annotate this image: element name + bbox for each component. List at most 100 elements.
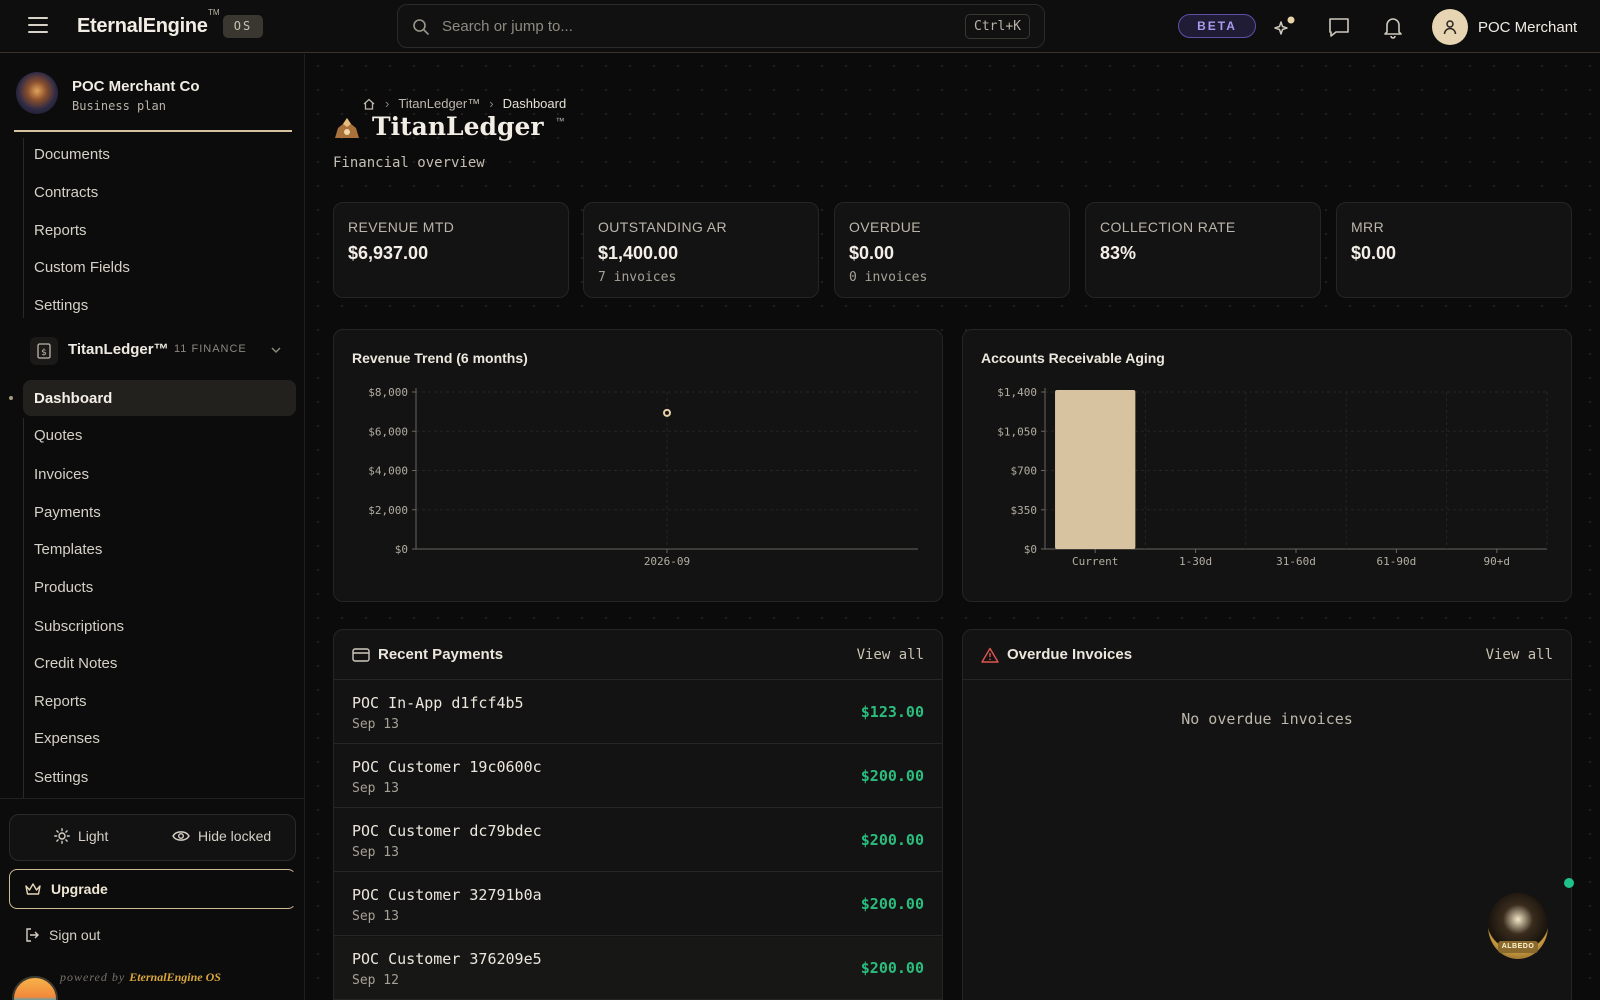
theme-toggle-button[interactable]: Light <box>54 828 108 844</box>
panel-header: Overdue Invoices View all <box>963 630 1571 680</box>
nav-guide-line <box>23 418 24 798</box>
eye-icon <box>172 831 190 841</box>
os-badge: OS <box>223 15 263 38</box>
kpi-card-overdue[interactable]: OVERDUE $0.00 0 invoices <box>834 202 1070 298</box>
payment-row[interactable]: POC Customer 32791b0a Sep 13 $200.00 <box>334 873 942 936</box>
divider <box>14 130 292 132</box>
kpi-value: $6,937.00 <box>348 243 429 263</box>
empty-state-text: No overdue invoices <box>1181 710 1353 728</box>
warning-icon <box>981 647 999 663</box>
payment-name: POC Customer 376209e5 <box>352 950 542 968</box>
chevron-right-icon: › <box>489 96 494 111</box>
page-subtitle: Financial overview <box>333 155 485 171</box>
powered-by: powered by EternalEngine OS <box>60 970 221 985</box>
chat-icon[interactable] <box>1326 14 1352 40</box>
x-tick-label: 90+d <box>1484 555 1511 568</box>
sidebar-item-credit-notes[interactable]: Credit Notes <box>34 655 117 672</box>
kpi-value: $0.00 <box>1351 243 1397 263</box>
sign-out-button[interactable]: Sign out <box>24 927 100 943</box>
payment-amount: $200.00 <box>860 831 924 849</box>
org-plan: Business plan <box>72 99 166 113</box>
sidebar-item-payments[interactable]: Payments <box>34 504 101 521</box>
kpi-card-revenue-mtd[interactable]: REVENUE MTD $6,937.00 <box>333 202 569 298</box>
user-name: POC Merchant <box>1478 18 1578 36</box>
brand-logo[interactable]: EternalEngine <box>77 15 208 38</box>
payment-row[interactable]: POC Customer 19c0600c Sep 13 $200.00 <box>334 745 942 808</box>
crown-icon <box>25 883 41 895</box>
hide-locked-button[interactable]: Hide locked <box>172 828 271 844</box>
sidebar-item-settings[interactable]: Settings <box>34 297 88 314</box>
sidebar-item-reports-finance[interactable]: Reports <box>34 693 87 710</box>
view-all-payments-link[interactable]: View all <box>857 647 924 663</box>
breadcrumb-item[interactable]: TitanLedger™ <box>398 96 480 111</box>
main-content: › TitanLedger™ › Dashboard TitanLedger ™… <box>306 54 1600 1000</box>
upgrade-button[interactable]: Upgrade <box>9 869 296 909</box>
upgrade-label: Upgrade <box>51 881 108 897</box>
beta-badge[interactable]: BETA <box>1178 14 1256 38</box>
sidebar-section-titanledger[interactable]: $ TitanLedger™ 11 FINANCE <box>30 336 292 366</box>
sidebar-item-dashboard[interactable]: Dashboard <box>34 390 112 407</box>
section-meta: 11 FINANCE <box>174 343 247 355</box>
x-tick-label: 1-30d <box>1179 555 1212 568</box>
sidebar-item-reports[interactable]: Reports <box>34 222 87 239</box>
payment-amount: $200.00 <box>860 767 924 785</box>
payment-amount: $200.00 <box>860 959 924 977</box>
titanledger-logo-icon <box>335 117 359 138</box>
ar-aging-chart: $0 $350 $700 $1,050 $1,400 Current 1-30d 31-60d… <box>997 386 1548 568</box>
payment-row[interactable]: POC In-App d1fcf4b5 Sep 13 $123.00 <box>334 681 942 744</box>
sidebar-item-contracts[interactable]: Contracts <box>34 184 98 201</box>
kpi-card-collection-rate[interactable]: COLLECTION RATE 83% <box>1085 202 1321 298</box>
y-tick-label: $4,000 <box>368 465 408 478</box>
sidebar-item-custom-fields[interactable]: Custom Fields <box>34 259 130 276</box>
y-tick-label: $0 <box>1024 543 1037 556</box>
sun-icon <box>54 828 70 844</box>
sidebar-item-subscriptions[interactable]: Subscriptions <box>34 618 124 635</box>
payment-name: POC In-App d1fcf4b5 <box>352 694 524 712</box>
home-icon[interactable] <box>362 97 376 111</box>
y-tick-label: $6,000 <box>368 425 408 438</box>
kpi-label: REVENUE MTD <box>348 219 455 235</box>
bell-icon[interactable] <box>1380 14 1406 40</box>
panel-title: Overdue Invoices <box>1007 646 1133 663</box>
avatar <box>1432 9 1468 45</box>
kpi-value: $0.00 <box>849 243 895 263</box>
payment-name: POC Customer 32791b0a <box>352 886 542 904</box>
beach-icon[interactable] <box>12 976 58 1000</box>
x-tick-label: 61-90d <box>1377 555 1417 568</box>
sidebar-item-products[interactable]: Products <box>34 579 93 596</box>
sidebar-item-expenses[interactable]: Expenses <box>34 730 100 747</box>
revenue-trend-chart: $0 $2,000 $4,000 $6,000 $8,000 2026-09 <box>368 386 918 568</box>
overdue-invoices-panel: Overdue Invoices View all No overdue inv… <box>962 629 1572 1000</box>
org-logo <box>16 72 58 114</box>
org-switcher[interactable]: POC Merchant Co Business plan <box>16 70 291 120</box>
ar-aging-panel: Accounts Receivable Aging $0 $350 $700 $1,0… <box>962 329 1572 602</box>
sidebar-item-templates[interactable]: Templates <box>34 541 102 558</box>
x-tick-label: Current <box>1072 555 1118 568</box>
kpi-card-outstanding-ar[interactable]: OUTSTANDING AR $1,400.00 7 invoices <box>583 202 819 298</box>
kpi-subtext: 7 invoices <box>598 270 677 285</box>
payment-name: POC Customer dc79bdec <box>352 822 542 840</box>
breadcrumb: › TitanLedger™ › Dashboard <box>362 96 566 111</box>
powered-prefix: powered by <box>60 970 126 984</box>
sidebar-item-invoices[interactable]: Invoices <box>34 466 89 483</box>
assistant-label: ALBEDO <box>1498 941 1538 953</box>
kpi-value: 83% <box>1100 243 1137 263</box>
sidebar-item-quotes[interactable]: Quotes <box>34 427 82 444</box>
sidebar-item-settings-finance[interactable]: Settings <box>34 769 88 786</box>
search-bar[interactable]: Ctrl+K <box>397 4 1045 48</box>
y-tick-label: $700 <box>1011 465 1038 478</box>
view-all-overdue-link[interactable]: View all <box>1486 647 1553 663</box>
sparkle-icon[interactable] <box>1272 14 1298 40</box>
menu-icon[interactable] <box>28 17 48 33</box>
payment-row[interactable]: POC Customer dc79bdec Sep 13 $200.00 <box>334 809 942 872</box>
payment-date: Sep 13 <box>352 717 399 732</box>
search-input[interactable] <box>442 15 922 37</box>
payment-amount: $200.00 <box>860 895 924 913</box>
user-menu-button[interactable]: POC Merchant <box>1432 8 1577 46</box>
divider <box>0 798 305 799</box>
payment-row[interactable]: POC Customer 376209e5 Sep 12 $200.00 <box>334 937 942 1000</box>
kpi-card-mrr[interactable]: MRR $0.00 <box>1336 202 1572 298</box>
sidebar-item-documents[interactable]: Documents <box>34 146 110 163</box>
sign-out-icon <box>26 928 39 942</box>
payment-date: Sep 13 <box>352 781 399 796</box>
